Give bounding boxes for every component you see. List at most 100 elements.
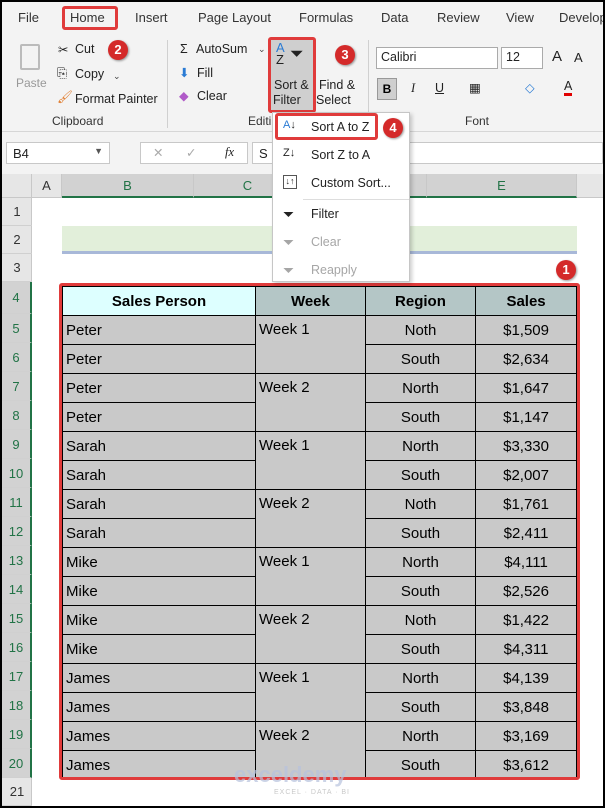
font-name-value: Calibri xyxy=(381,50,417,64)
tab-view[interactable]: View xyxy=(506,10,534,25)
fill-color-icon[interactable]: ◇ xyxy=(525,80,535,95)
menu-item-label: Sort Z to A xyxy=(311,148,371,162)
row-header-3[interactable]: 3 xyxy=(2,254,32,282)
row-header-4[interactable]: 4 xyxy=(2,282,32,314)
cancel-icon[interactable]: ✕ xyxy=(153,145,163,160)
menu-item-clear[interactable]: ⏷ Clear xyxy=(273,230,409,256)
step-badge-3: 3 xyxy=(335,45,355,65)
menu-item-label: Clear xyxy=(311,235,341,249)
tab-file[interactable]: File xyxy=(18,10,39,25)
step-badge-1: 1 xyxy=(556,260,576,280)
formula-buttons: ✕ ✓ fx xyxy=(140,142,248,164)
row-header-15[interactable]: 15 xyxy=(2,604,32,633)
tab-insert[interactable]: Insert xyxy=(135,10,168,25)
font-size-select[interactable]: 12 xyxy=(501,47,543,69)
fill-button[interactable]: Fill xyxy=(197,66,213,80)
tab-formulas[interactable]: Formulas xyxy=(299,10,353,25)
find-select-label-2: Select xyxy=(316,93,351,107)
bold-label: B xyxy=(382,82,392,96)
menu-item-filter[interactable]: ⏷ Filter xyxy=(273,202,409,228)
tab-page-layout[interactable]: Page Layout xyxy=(198,10,271,25)
row-header-21[interactable]: 21 xyxy=(2,778,32,806)
row-header-1[interactable]: 1 xyxy=(2,198,32,226)
name-box[interactable]: B4 ▼ xyxy=(6,142,110,164)
row-header-8[interactable]: 8 xyxy=(2,401,32,430)
column-header-b[interactable]: B xyxy=(62,174,194,198)
shrink-font-button[interactable]: A xyxy=(574,50,583,65)
excel-window: File Home Insert Page Layout Formulas Da… xyxy=(2,2,603,806)
font-group-label: Font xyxy=(465,114,490,128)
row-header-2[interactable]: 2 xyxy=(2,226,32,254)
row-header-19[interactable]: 19 xyxy=(2,720,32,749)
row-header-17[interactable]: 17 xyxy=(2,662,32,691)
row-header-18[interactable]: 18 xyxy=(2,691,32,720)
sort-z-a-icon: Z↓ xyxy=(283,147,296,159)
row-header-12[interactable]: 12 xyxy=(2,517,32,546)
row-header-11[interactable]: 11 xyxy=(2,488,32,517)
paste-icon xyxy=(20,44,40,70)
paste-label: Paste xyxy=(16,76,47,90)
borders-icon[interactable]: ▦ xyxy=(469,80,481,95)
row-header-6[interactable]: 6 xyxy=(2,343,32,372)
row-header-16[interactable]: 16 xyxy=(2,633,32,662)
highlight-home xyxy=(62,6,118,30)
enter-icon[interactable]: ✓ xyxy=(186,145,196,160)
highlight-sort-filter xyxy=(268,37,316,113)
font-color-button[interactable]: A xyxy=(564,79,573,96)
format-painter-button[interactable]: Format Painter xyxy=(75,92,158,106)
menu-item-custom-sort[interactable]: ↓↑ Custom Sort... xyxy=(273,171,409,197)
column-header-e[interactable]: E xyxy=(427,174,577,198)
find-select-label-1: Find & xyxy=(319,78,356,92)
font-name-select[interactable]: Calibri xyxy=(376,47,498,69)
row-headers: 1 2 3 4 5 6 7 8 9 10 11 12 13 14 15 16 17 18 19 20 21 xyxy=(2,198,32,806)
underline-button[interactable]: U xyxy=(435,81,444,95)
row-header-14[interactable]: 14 xyxy=(2,575,32,604)
row-header-9[interactable]: 9 xyxy=(2,430,32,459)
paste-button[interactable]: Paste xyxy=(16,42,48,102)
row-header-10[interactable]: 10 xyxy=(2,459,32,488)
step-badge-2: 2 xyxy=(108,40,128,60)
column-header-a[interactable]: A xyxy=(32,174,62,198)
clear-filter-icon: ⏷ xyxy=(283,234,295,250)
cut-icon: ✂ xyxy=(58,43,69,57)
autosum-button[interactable]: AutoSum xyxy=(196,42,247,56)
highlight-sort-a-z xyxy=(275,113,378,140)
clipboard-group-label: Clipboard xyxy=(52,114,104,128)
menu-tabs: File Home Insert Page Layout Formulas Da… xyxy=(2,2,603,34)
grow-font-button[interactable]: A xyxy=(552,48,562,65)
row-header-7[interactable]: 7 xyxy=(2,372,32,401)
row-header-13[interactable]: 13 xyxy=(2,546,32,575)
name-box-chevron-icon[interactable]: ▼ xyxy=(94,146,103,156)
filter-icon: ⏷ xyxy=(283,206,295,222)
menu-item-reapply[interactable]: ⏷ Reapply xyxy=(273,258,409,284)
editing-group-label: Editi xyxy=(248,114,272,128)
menu-item-label: Reapply xyxy=(311,263,357,277)
cut-button[interactable]: Cut xyxy=(75,42,94,56)
row-header-5[interactable]: 5 xyxy=(2,314,32,343)
menu-item-label: Filter xyxy=(311,207,339,221)
font-size-value: 12 xyxy=(506,50,520,64)
select-all-button[interactable] xyxy=(2,174,32,198)
clear-button[interactable]: Clear xyxy=(197,89,227,103)
reapply-icon: ⏷ xyxy=(283,262,295,278)
tab-review[interactable]: Review xyxy=(437,10,480,25)
italic-button[interactable]: I xyxy=(411,81,415,96)
copy-chevron-icon[interactable]: ⌄ xyxy=(113,71,121,82)
copy-icon: ⎘ xyxy=(57,66,68,80)
autosum-chevron-icon[interactable]: ⌄ xyxy=(258,44,266,55)
copy-button[interactable]: Copy xyxy=(75,67,104,81)
tab-data[interactable]: Data xyxy=(381,10,408,25)
format-painter-icon: 🖌 xyxy=(57,90,73,104)
fill-icon: ⬇ xyxy=(179,66,190,80)
step-badge-4: 4 xyxy=(383,118,403,138)
row-header-20[interactable]: 20 xyxy=(2,749,32,778)
tab-developer[interactable]: Develop xyxy=(559,10,603,25)
menu-item-sort-z-a[interactable]: Z↓ Sort Z to A xyxy=(273,143,409,169)
name-box-value: B4 xyxy=(13,146,29,161)
clear-icon: ◆ xyxy=(179,89,189,103)
formula-value: S xyxy=(259,146,268,161)
insert-function-icon[interactable]: fx xyxy=(225,145,234,160)
watermark-logo: exceldemy xyxy=(234,762,347,787)
custom-sort-icon: ↓↑ xyxy=(283,175,297,189)
bold-button[interactable]: B xyxy=(377,78,397,100)
